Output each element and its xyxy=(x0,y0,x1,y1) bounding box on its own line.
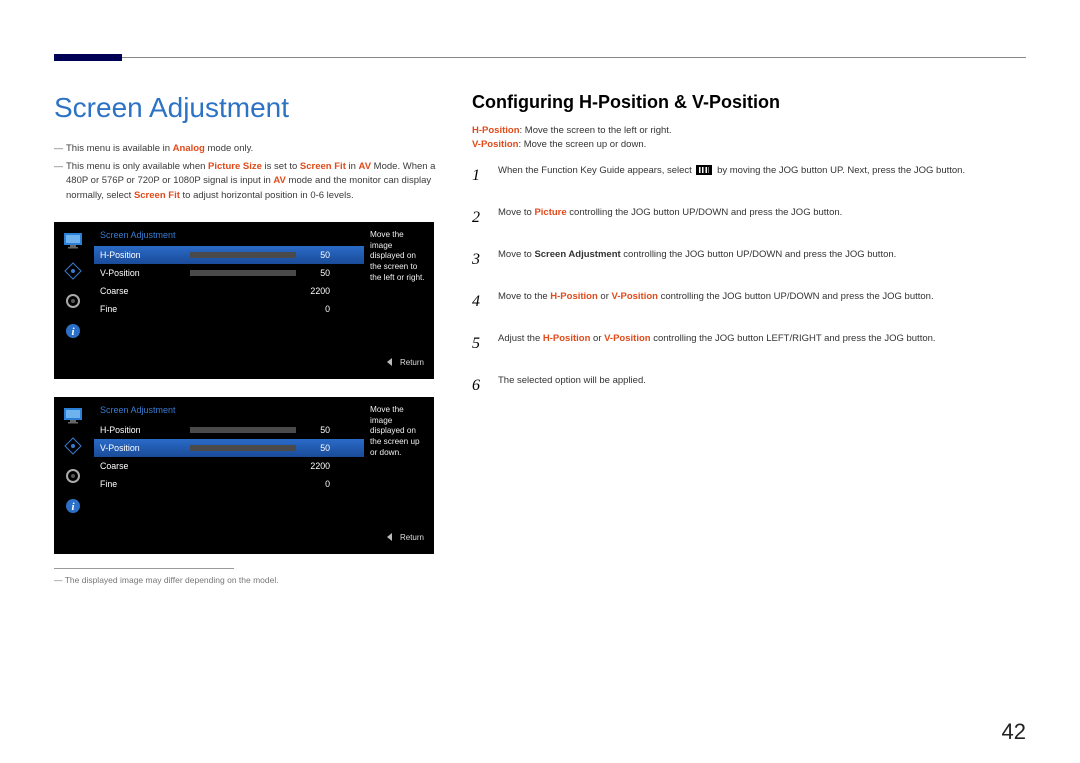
footnote-rule xyxy=(54,568,234,569)
slider-track xyxy=(190,270,296,276)
note-picture-size: This menu is only available when Picture… xyxy=(54,160,452,204)
step-1: 1 When the Function Key Guide appears, s… xyxy=(472,164,1026,188)
info-icon: i xyxy=(62,320,84,342)
osd-row: Fine 0 xyxy=(94,475,364,493)
note-analog: This menu is available in Analog mode on… xyxy=(54,142,452,157)
osd-screenshot-vposition: i Screen Adjustment H-Position50V-Positi… xyxy=(54,397,434,554)
diamond-icon xyxy=(62,260,84,282)
osd-row-label: Fine xyxy=(100,479,190,489)
info-icon: i xyxy=(62,495,84,517)
step-4: 4 Move to the H-Position or V-Position c… xyxy=(472,290,1026,314)
section-title: Configuring H-Position & V-Position xyxy=(472,92,1026,113)
top-rule xyxy=(54,54,1026,61)
slider-track xyxy=(190,252,296,258)
osd-row-value: 50 xyxy=(302,250,330,260)
page-number: 42 xyxy=(1002,719,1026,745)
step-3: 3 Move to Screen Adjustment controlling … xyxy=(472,248,1026,272)
osd-row-value: 50 xyxy=(302,443,330,453)
osd-tooltip: Move the image displayed on the screen u… xyxy=(364,397,434,517)
osd-row: Coarse 2200 xyxy=(94,457,364,475)
osd-row-value: 50 xyxy=(302,425,330,435)
step-6: 6 The selected option will be applied. xyxy=(472,374,1026,398)
slider-track xyxy=(190,445,296,451)
desc-vposition: V-Position: Move the screen up or down. xyxy=(472,139,1026,150)
step-5: 5 Adjust the H-Position or V-Position co… xyxy=(472,332,1026,356)
monitor-icon xyxy=(62,405,84,427)
osd-row-label: H-Position xyxy=(100,425,190,435)
osd-row-label: H-Position xyxy=(100,250,190,260)
osd-row-label: Coarse xyxy=(100,461,190,471)
monitor-icon xyxy=(62,230,84,252)
osd-row: H-Position 50 xyxy=(94,246,364,264)
osd-row: V-Position 50 xyxy=(94,439,364,457)
osd-row-label: V-Position xyxy=(100,268,190,278)
osd-row: Coarse 2200 xyxy=(94,282,364,300)
osd-row-value: 2200 xyxy=(302,286,330,296)
footnote: ― The displayed image may differ dependi… xyxy=(54,575,452,585)
osd-row: H-Position 50 xyxy=(94,421,364,439)
diamond-icon xyxy=(62,435,84,457)
menu-icon xyxy=(696,165,712,175)
top-rule-line xyxy=(122,57,1026,58)
osd-title: Screen Adjustment xyxy=(94,230,364,246)
osd-row-value: 50 xyxy=(302,268,330,278)
osd-title: Screen Adjustment xyxy=(94,405,364,421)
osd-row-value: 2200 xyxy=(302,461,330,471)
osd-row-value: 0 xyxy=(302,479,330,489)
back-arrow-icon xyxy=(387,358,392,366)
osd-screenshot-hposition: i Screen Adjustment H-Position50V-Positi… xyxy=(54,222,434,379)
gear-icon xyxy=(62,465,84,487)
return-label: Return xyxy=(400,533,424,542)
desc-hposition: H-Position: Move the screen to the left … xyxy=(472,125,1026,136)
osd-sidebar: i xyxy=(54,222,92,342)
slider-track xyxy=(190,427,296,433)
osd-row: Fine 0 xyxy=(94,300,364,318)
osd-row-label: Coarse xyxy=(100,286,190,296)
gear-icon xyxy=(62,290,84,312)
page-title: Screen Adjustment xyxy=(54,92,452,124)
osd-row: V-Position 50 xyxy=(94,264,364,282)
top-rule-accent xyxy=(54,54,122,61)
step-2: 2 Move to Picture controlling the JOG bu… xyxy=(472,206,1026,230)
osd-row-label: Fine xyxy=(100,304,190,314)
osd-tooltip: Move the image displayed on the screen t… xyxy=(364,222,434,342)
back-arrow-icon xyxy=(387,533,392,541)
osd-sidebar: i xyxy=(54,397,92,517)
osd-row-label: V-Position xyxy=(100,443,190,453)
return-label: Return xyxy=(400,358,424,367)
osd-row-value: 0 xyxy=(302,304,330,314)
